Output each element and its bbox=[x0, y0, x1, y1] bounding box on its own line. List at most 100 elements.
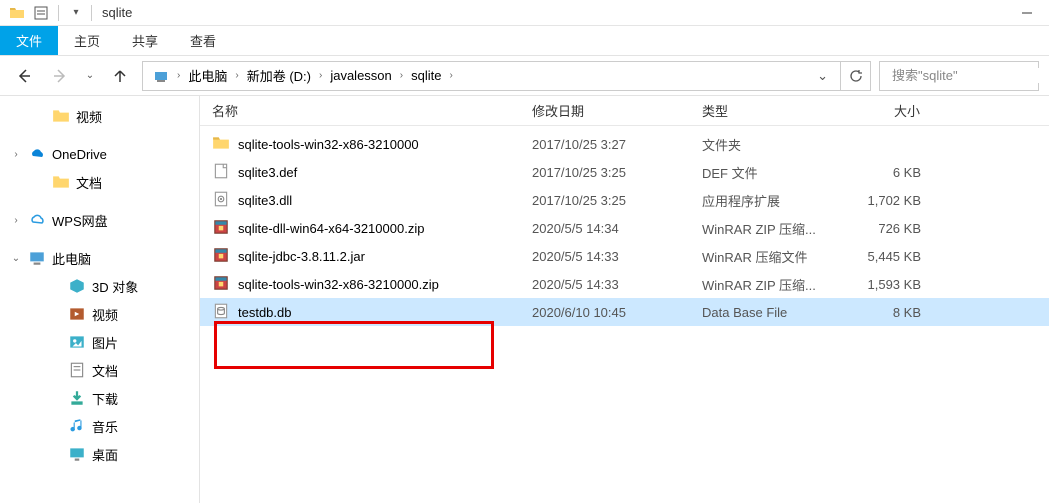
minimize-button[interactable] bbox=[1004, 0, 1049, 26]
file-size: 1,593 KB bbox=[845, 277, 935, 292]
search-box[interactable] bbox=[879, 61, 1039, 91]
file-type-icon bbox=[212, 302, 230, 323]
file-row[interactable]: sqlite-jdbc-3.8.11.2.jar 2020/5/5 14:33Wi… bbox=[200, 242, 1049, 270]
file-row[interactable]: testdb.db2020/6/10 10:45Data Base File8 … bbox=[200, 298, 1049, 326]
recent-locations-button[interactable]: ⌄ bbox=[82, 62, 98, 90]
breadcrumb-dropdown-icon[interactable]: ⌄ bbox=[811, 68, 834, 84]
tab-view[interactable]: 查看 bbox=[174, 26, 232, 55]
file-size: 1,702 KB bbox=[845, 193, 935, 208]
sidebar-item[interactable]: 桌面 bbox=[0, 440, 199, 468]
onedrive-icon bbox=[28, 145, 46, 163]
column-header-type[interactable]: 类型 bbox=[690, 96, 845, 125]
quick-access-toolbar: ▾ bbox=[0, 2, 87, 24]
file-size: 6 KB bbox=[845, 165, 935, 180]
expand-icon[interactable]: › bbox=[10, 215, 22, 226]
sidebar-item-label: 音乐 bbox=[92, 417, 118, 436]
chevron-right-icon[interactable]: › bbox=[231, 70, 242, 81]
sidebar-item-label: 视频 bbox=[92, 305, 118, 324]
properties-icon[interactable] bbox=[30, 2, 52, 24]
breadcrumb-item[interactable]: javalesson bbox=[326, 62, 395, 90]
breadcrumb-item[interactable]: 新加卷 (D:) bbox=[243, 62, 315, 90]
breadcrumb[interactable]: › 此电脑 › 新加卷 (D:) › javalesson › sqlite ›… bbox=[142, 61, 841, 91]
file-type: WinRAR 压缩文件 bbox=[690, 247, 845, 266]
sidebar-item[interactable]: 视频 bbox=[0, 102, 199, 130]
tab-share[interactable]: 共享 bbox=[116, 26, 174, 55]
sidebar-item-label: 图片 bbox=[92, 333, 118, 352]
forward-button[interactable] bbox=[46, 62, 74, 90]
file-type-icon bbox=[212, 162, 230, 183]
file-type-icon bbox=[212, 274, 230, 295]
breadcrumb-item[interactable]: 此电脑 bbox=[184, 62, 231, 90]
file-size: 726 KB bbox=[845, 221, 935, 236]
sidebar-item-label: OneDrive bbox=[52, 147, 107, 162]
file-date: 2020/5/5 14:33 bbox=[520, 249, 690, 264]
tab-home[interactable]: 主页 bbox=[58, 26, 116, 55]
main-area: 视频›OneDrive文档›WPS网盘⌄此电脑3D 对象视频图片文档下载音乐桌面… bbox=[0, 96, 1049, 503]
chevron-right-icon[interactable]: › bbox=[315, 70, 326, 81]
pc-icon bbox=[28, 249, 46, 267]
chevron-right-icon[interactable]: › bbox=[396, 70, 407, 81]
file-date: 2020/5/5 14:34 bbox=[520, 221, 690, 236]
chevron-right-icon[interactable]: › bbox=[173, 70, 184, 81]
sidebar-item-label: 3D 对象 bbox=[92, 277, 138, 296]
file-row[interactable]: sqlite-dll-win64-x64-3210000.zip2020/5/5… bbox=[200, 214, 1049, 242]
sidebar-item[interactable]: 图片 bbox=[0, 328, 199, 356]
sidebar-item[interactable]: › OneDrive bbox=[0, 140, 199, 168]
folder-icon bbox=[52, 173, 70, 191]
file-type-icon bbox=[212, 190, 230, 211]
file-name: testdb.db bbox=[238, 305, 292, 320]
video-icon bbox=[68, 305, 86, 323]
sidebar-item[interactable]: 视频 bbox=[0, 300, 199, 328]
sidebar-item[interactable]: 文档 bbox=[0, 168, 199, 196]
file-date: 2017/10/25 3:25 bbox=[520, 165, 690, 180]
expand-icon[interactable]: ⌄ bbox=[10, 253, 22, 264]
sidebar-item[interactable]: 下载 bbox=[0, 384, 199, 412]
file-row[interactable]: sqlite-tools-win32-x86-3210000.zip2020/5… bbox=[200, 270, 1049, 298]
file-type: 文件夹 bbox=[690, 135, 845, 154]
column-header-size[interactable]: 大小 bbox=[845, 96, 935, 125]
file-name: sqlite-jdbc-3.8.11.2.jar bbox=[238, 249, 365, 264]
sidebar-item[interactable]: 3D 对象 bbox=[0, 272, 199, 300]
breadcrumb-root-icon[interactable] bbox=[149, 62, 173, 90]
column-header-date[interactable]: 修改日期 bbox=[520, 96, 690, 125]
column-headers: 名称 修改日期 类型 大小 bbox=[200, 96, 1049, 126]
file-name: sqlite3.dll bbox=[238, 193, 292, 208]
tab-file[interactable]: 文件 bbox=[0, 26, 58, 55]
file-type: DEF 文件 bbox=[690, 163, 845, 182]
pictures-icon bbox=[68, 333, 86, 351]
file-list: 名称 修改日期 类型 大小 sqlite-tools-win32-x86-321… bbox=[200, 96, 1049, 503]
downloads-icon bbox=[68, 389, 86, 407]
file-name: sqlite-tools-win32-x86-3210000.zip bbox=[238, 277, 439, 292]
sidebar-item[interactable]: 音乐 bbox=[0, 412, 199, 440]
back-button[interactable] bbox=[10, 62, 38, 90]
desktop-icon bbox=[68, 445, 86, 463]
sidebar-item-label: 文档 bbox=[92, 361, 118, 380]
sidebar-item[interactable]: 文档 bbox=[0, 356, 199, 384]
file-row[interactable]: sqlite3.dll2017/10/25 3:25应用程序扩展1,702 KB bbox=[200, 186, 1049, 214]
docs-icon bbox=[68, 361, 86, 379]
file-size: 8 KB bbox=[845, 305, 935, 320]
navigation-pane[interactable]: 视频›OneDrive文档›WPS网盘⌄此电脑3D 对象视频图片文档下载音乐桌面 bbox=[0, 96, 200, 503]
sidebar-item[interactable]: ⌄ 此电脑 bbox=[0, 244, 199, 272]
sidebar-item-label: 此电脑 bbox=[52, 249, 91, 268]
3d-icon bbox=[68, 277, 86, 295]
sidebar-item-label: 桌面 bbox=[92, 445, 118, 464]
file-type: WinRAR ZIP 压缩... bbox=[690, 219, 845, 238]
search-input[interactable] bbox=[892, 68, 1049, 83]
sidebar-item[interactable]: › WPS网盘 bbox=[0, 206, 199, 234]
file-row[interactable]: sqlite3.def2017/10/25 3:25DEF 文件6 KB bbox=[200, 158, 1049, 186]
sidebar-item-label: WPS网盘 bbox=[52, 211, 108, 230]
up-button[interactable] bbox=[106, 62, 134, 90]
file-row[interactable]: sqlite-tools-win32-x86-32100002017/10/25… bbox=[200, 130, 1049, 158]
breadcrumb-item[interactable]: sqlite bbox=[407, 62, 445, 90]
refresh-button[interactable] bbox=[841, 61, 871, 91]
title-bar: ▾ sqlite bbox=[0, 0, 1049, 26]
column-header-name[interactable]: 名称 bbox=[200, 96, 520, 125]
expand-icon[interactable]: › bbox=[10, 149, 22, 160]
qat-dropdown-icon[interactable]: ▾ bbox=[65, 2, 87, 24]
folder-icon bbox=[6, 2, 28, 24]
file-rows: sqlite-tools-win32-x86-32100002017/10/25… bbox=[200, 126, 1049, 326]
file-date: 2017/10/25 3:27 bbox=[520, 137, 690, 152]
chevron-right-icon[interactable]: › bbox=[445, 70, 456, 81]
sidebar-item-label: 视频 bbox=[76, 107, 102, 126]
